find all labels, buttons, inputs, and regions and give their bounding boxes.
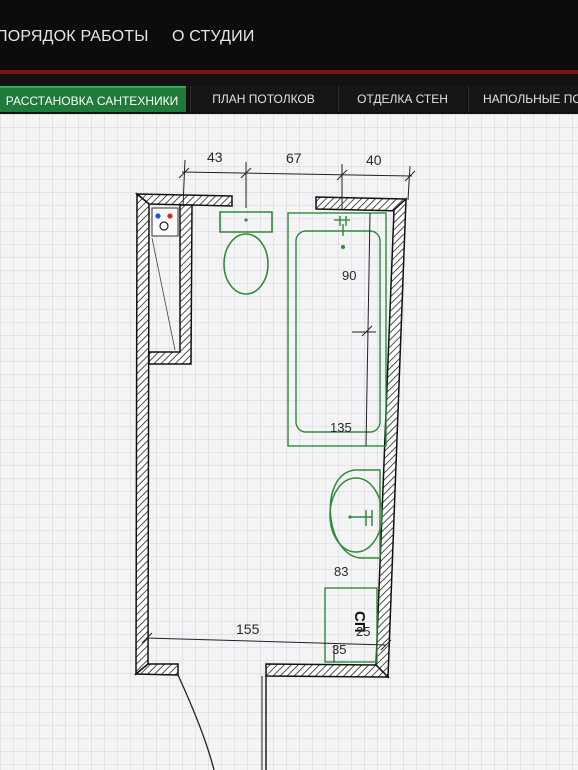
tab-bar: РАССТАНОВКА САНТЕХНИКИ ПЛАН ПОТОЛКОВ ОТД…	[0, 74, 578, 114]
bottom-dimension-line	[141, 632, 392, 662]
tab-wall-finish[interactable]: ОТДЕЛКА СТЕН	[338, 86, 466, 112]
bathtub-fixture	[287, 212, 387, 447]
dim-sink: 83	[334, 564, 348, 579]
walls	[133, 192, 407, 770]
door-swing-arc	[177, 674, 215, 770]
nav-link-work-order[interactable]: ПОРЯДОК РАБОТЫ	[0, 28, 149, 46]
water-heater	[151, 207, 179, 351]
dim-top-right: 40	[366, 152, 382, 168]
dim-cabinet-width: 25	[356, 624, 370, 639]
nav-link-about-studio[interactable]: О СТУДИИ	[172, 28, 255, 46]
tab-floor-finish[interactable]: НАПОЛЬНЫЕ ПО	[468, 86, 578, 112]
dim-top-middle: 67	[286, 150, 302, 166]
toilet-fixture	[219, 211, 273, 295]
bath-dimension-lines	[352, 212, 376, 447]
sink-fixture	[329, 469, 383, 559]
dim-bath-length: 135	[330, 420, 352, 435]
tab-plumbing-layout[interactable]: РАССТАНОВКА САНТЕХНИКИ	[0, 86, 186, 112]
dim-room-width: 155	[236, 621, 260, 637]
dim-top-left: 43	[207, 149, 223, 165]
drawing-canvas[interactable]: 43 67 40 90 135 83 СП 155 25 35	[0, 114, 578, 770]
top-navigation: ПОРЯДОК РАБОТЫ О СТУДИИ	[0, 0, 578, 72]
dim-bath-width: 90	[342, 268, 356, 283]
tab-ceiling-plan[interactable]: ПЛАН ПОТОЛКОВ	[190, 86, 336, 112]
bathroom-floor-plan: 43 67 40 90 135 83 СП 155 25 35	[133, 149, 416, 770]
dim-cabinet-depth: 35	[332, 642, 346, 657]
